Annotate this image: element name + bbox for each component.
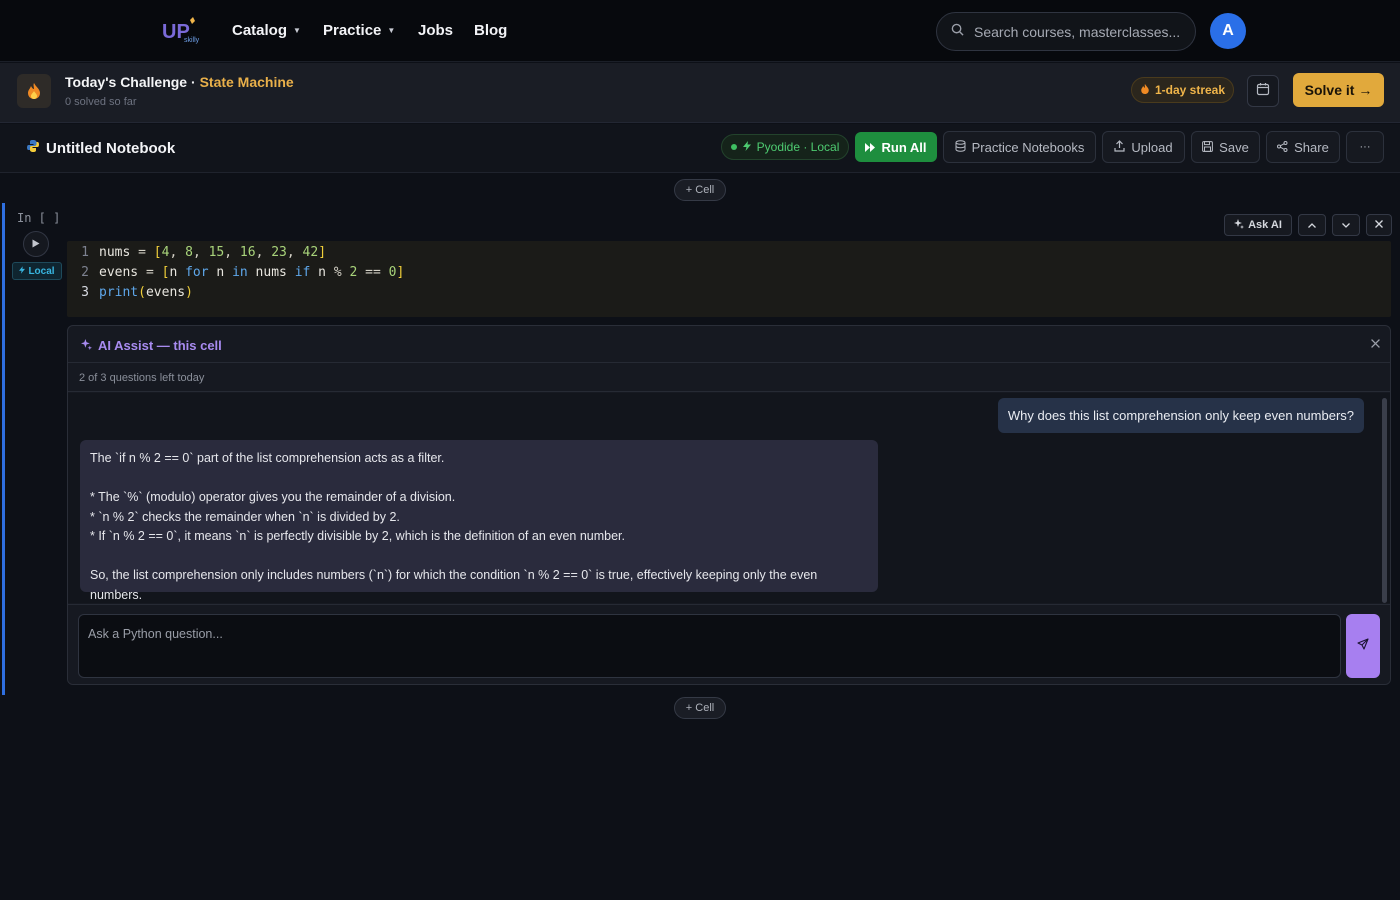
top-navigation: UP skilly Catalog ▼ Practice ▼ Blog Jobs… [0,0,1400,62]
chevron-up-icon [1308,219,1316,231]
search-icon [951,23,964,41]
line-number: 2 [81,264,89,280]
sparkle-icon [1234,218,1245,232]
challenge-title: Today's Challenge · State Machine [65,74,294,90]
ai-assist-header: AI Assist — this cell [68,326,1390,363]
assistant-message-line [90,469,868,489]
code-line-text: print(evens) [99,284,193,300]
line-number: 3 [81,284,89,300]
bolt-icon [19,265,26,277]
code-editor[interactable]: 1 nums = [4, 8, 15, 16, 23, 42] 2 evens … [67,241,1391,317]
nav-catalog[interactable]: Catalog ▼ [232,22,301,39]
fire-icon [17,74,51,108]
assistant-message-line: * If `n % 2 == 0`, it means `n` is perfe… [90,529,625,543]
status-dot [730,144,737,150]
python-icon [26,139,40,157]
chevron-down-icon: ▼ [293,26,301,35]
challenge-name[interactable]: State Machine [200,74,294,90]
ai-input-area [68,604,1390,684]
upload-button[interactable]: Upload [1102,131,1185,163]
chevron-down-icon [1342,219,1350,231]
nav-practice[interactable]: Practice ▼ [323,22,395,39]
line-number: 1 [81,244,89,260]
solve-challenge-button[interactable]: Solve it → [1293,73,1384,107]
ai-message-list[interactable]: Why does this list comprehension only ke… [68,393,1390,603]
move-cell-up-button[interactable] [1298,214,1326,236]
play-icon [32,235,40,253]
code-line-text: evens = [n for n in nums if n % 2 == 0] [99,264,405,280]
streak-badge: 1-day streak [1131,77,1234,103]
message-scrollbar[interactable] [1382,398,1387,603]
assistant-message-line: * `n % 2` checks the remainder when `n` … [90,509,400,524]
save-button[interactable]: Save [1191,131,1260,163]
local-runtime-tag: Local [12,262,62,280]
run-all-button[interactable]: Run All [855,132,937,162]
cell-toolbar: Ask AI [1224,214,1392,236]
daily-challenge-bar: Today's Challenge · State Machine 0 solv… [0,63,1400,123]
ai-question-input[interactable] [78,614,1341,678]
more-options-button[interactable]: ··· [1346,131,1384,163]
upload-icon [1114,139,1125,155]
send-question-button[interactable] [1346,614,1380,678]
code-line: 3 print(evens) [67,282,1391,302]
practice-notebooks-button[interactable]: Practice Notebooks [943,131,1096,163]
share-icon [1277,140,1288,155]
search-input[interactable] [974,23,1184,40]
code-line: 2 evens = [n for n in nums if n % 2 == 0… [67,262,1391,282]
upskilly-logo[interactable]: UP skilly [162,16,202,44]
assistant-message-line [90,547,868,567]
code-line: 1 nums = [4, 8, 15, 16, 23, 42] [67,242,1391,262]
svg-text:skilly: skilly [184,37,200,44]
delete-cell-button[interactable] [1366,214,1392,236]
assistant-message: The `if n % 2 == 0` part of the list com… [80,440,878,602]
calendar-icon [1256,82,1270,101]
send-icon [1357,637,1369,655]
chevron-down-icon: ▼ [387,26,396,35]
close-ai-panel-button[interactable] [1371,335,1380,351]
close-icon [1375,219,1383,231]
cell-execution-prompt: In [ ] [17,211,61,225]
ai-assist-title: AI Assist — this cell [81,338,222,353]
fire-icon [1140,83,1150,98]
notebook-toolbar: Untitled Notebook Pyodide · Local Run Al… [0,124,1400,173]
ask-ai-button[interactable]: Ask AI [1224,214,1292,236]
ai-question-quota: 2 of 3 questions left today [68,364,1390,392]
run-cell-button[interactable] [23,231,49,257]
code-cell: In [ ] Local Ask AI 1 nums = [4, 8, 15, … [2,203,1398,695]
notebook-title[interactable]: Untitled Notebook [26,139,175,157]
search-box[interactable] [936,12,1196,51]
bolt-icon [742,140,751,154]
runtime-status-badge: Pyodide · Local [721,134,849,160]
assistant-message-line: The `if n % 2 == 0` part of the list com… [90,451,445,465]
fast-forward-icon [865,140,876,155]
share-button[interactable]: Share [1266,131,1340,163]
challenge-solved-count: 0 solved so far [65,96,137,108]
ai-assist-panel: AI Assist — this cell 2 of 3 questions l… [67,325,1391,685]
nav-blog[interactable]: Blog [474,22,507,39]
assistant-message-line: So, the list comprehension only includes… [90,568,818,602]
database-icon [955,139,966,155]
add-cell-button-bottom[interactable]: + Cell [674,697,726,719]
sparkle-icon [81,338,92,353]
assistant-message-line: * The `%` (modulo) operator gives you th… [90,490,456,504]
user-message: Why does this list comprehension only ke… [997,398,1364,433]
add-cell-button-top[interactable]: + Cell [674,179,726,201]
move-cell-down-button[interactable] [1332,214,1360,236]
close-icon [1371,335,1380,351]
user-avatar[interactable]: A [1210,13,1246,49]
nav-jobs[interactable]: Jobs [418,22,453,39]
code-line-text: nums = [4, 8, 15, 16, 23, 42] [99,244,327,260]
save-icon [1202,140,1214,155]
calendar-button[interactable] [1247,75,1279,107]
